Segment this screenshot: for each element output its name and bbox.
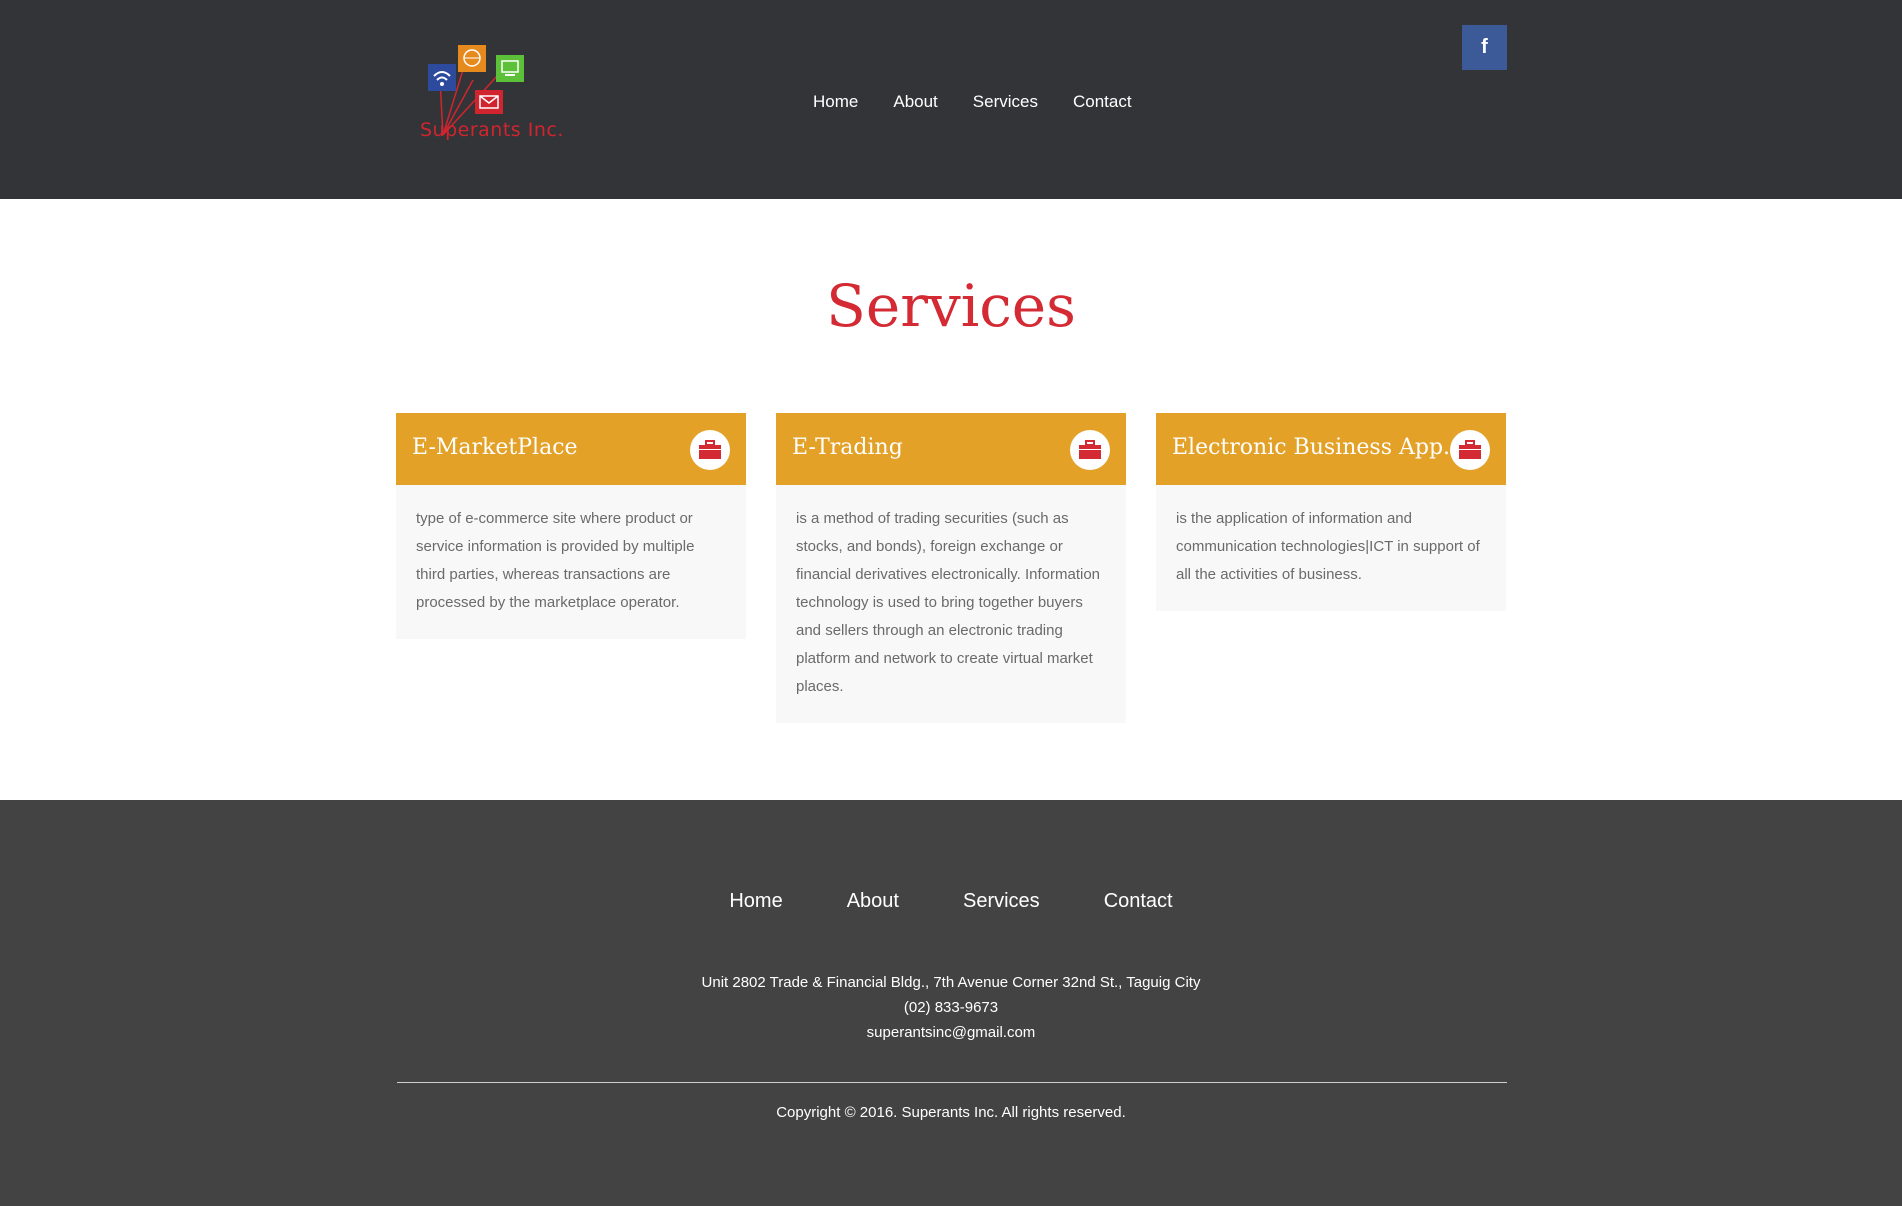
footer-nav-services[interactable]: Services	[963, 890, 1040, 913]
nav-about[interactable]: About	[893, 92, 937, 112]
card-title: E-MarketPlace	[412, 435, 578, 460]
card-header: E-Trading	[776, 413, 1126, 485]
briefcase-icon	[1450, 430, 1490, 470]
briefcase-icon	[1070, 430, 1110, 470]
card-title: Electronic Business App.	[1172, 435, 1451, 460]
card-description: is the application of information and co…	[1156, 485, 1506, 611]
footer-nav-home[interactable]: Home	[729, 890, 782, 913]
footer-nav-contact[interactable]: Contact	[1104, 890, 1173, 913]
site-header: Superants Inc. Home About Services Conta…	[0, 0, 1902, 199]
nav-home[interactable]: Home	[813, 92, 858, 112]
nav-services[interactable]: Services	[973, 92, 1038, 112]
card-header: E-MarketPlace	[396, 413, 746, 485]
main-nav: Home About Services Contact	[813, 92, 1167, 112]
facebook-icon[interactable]: f	[1462, 25, 1507, 70]
service-card-ebusiness: Electronic Business App. is the applicat…	[1156, 413, 1506, 611]
service-card-emarketplace: E-MarketPlace type of e-commerce site wh…	[396, 413, 746, 639]
contact-info: Unit 2802 Trade & Financial Bldg., 7th A…	[0, 970, 1902, 1045]
footer-divider	[397, 1082, 1507, 1083]
address: Unit 2802 Trade & Financial Bldg., 7th A…	[701, 974, 1201, 991]
footer-nav-about[interactable]: About	[847, 890, 899, 913]
copyright: Copyright © 2016. Superants Inc. All rig…	[776, 1104, 1126, 1121]
phone: (02) 833-9673	[903, 999, 999, 1016]
email: superantsinc@gmail.com	[866, 1024, 1036, 1041]
logo-text: Superants Inc.	[420, 119, 564, 141]
service-card-etrading: E-Trading is a method of trading securit…	[776, 413, 1126, 723]
footer-nav: Home About Services Contact	[0, 890, 1902, 913]
page-title: Services	[826, 272, 1076, 340]
site-footer: Home About Services Contact Unit 2802 Tr…	[0, 800, 1902, 1206]
card-title: E-Trading	[792, 435, 903, 460]
nav-contact[interactable]: Contact	[1073, 92, 1132, 112]
card-header: Electronic Business App.	[1156, 413, 1506, 485]
card-description: is a method of trading securities (such …	[776, 485, 1126, 723]
briefcase-icon	[690, 430, 730, 470]
card-description: type of e-commerce site where product or…	[396, 485, 746, 639]
